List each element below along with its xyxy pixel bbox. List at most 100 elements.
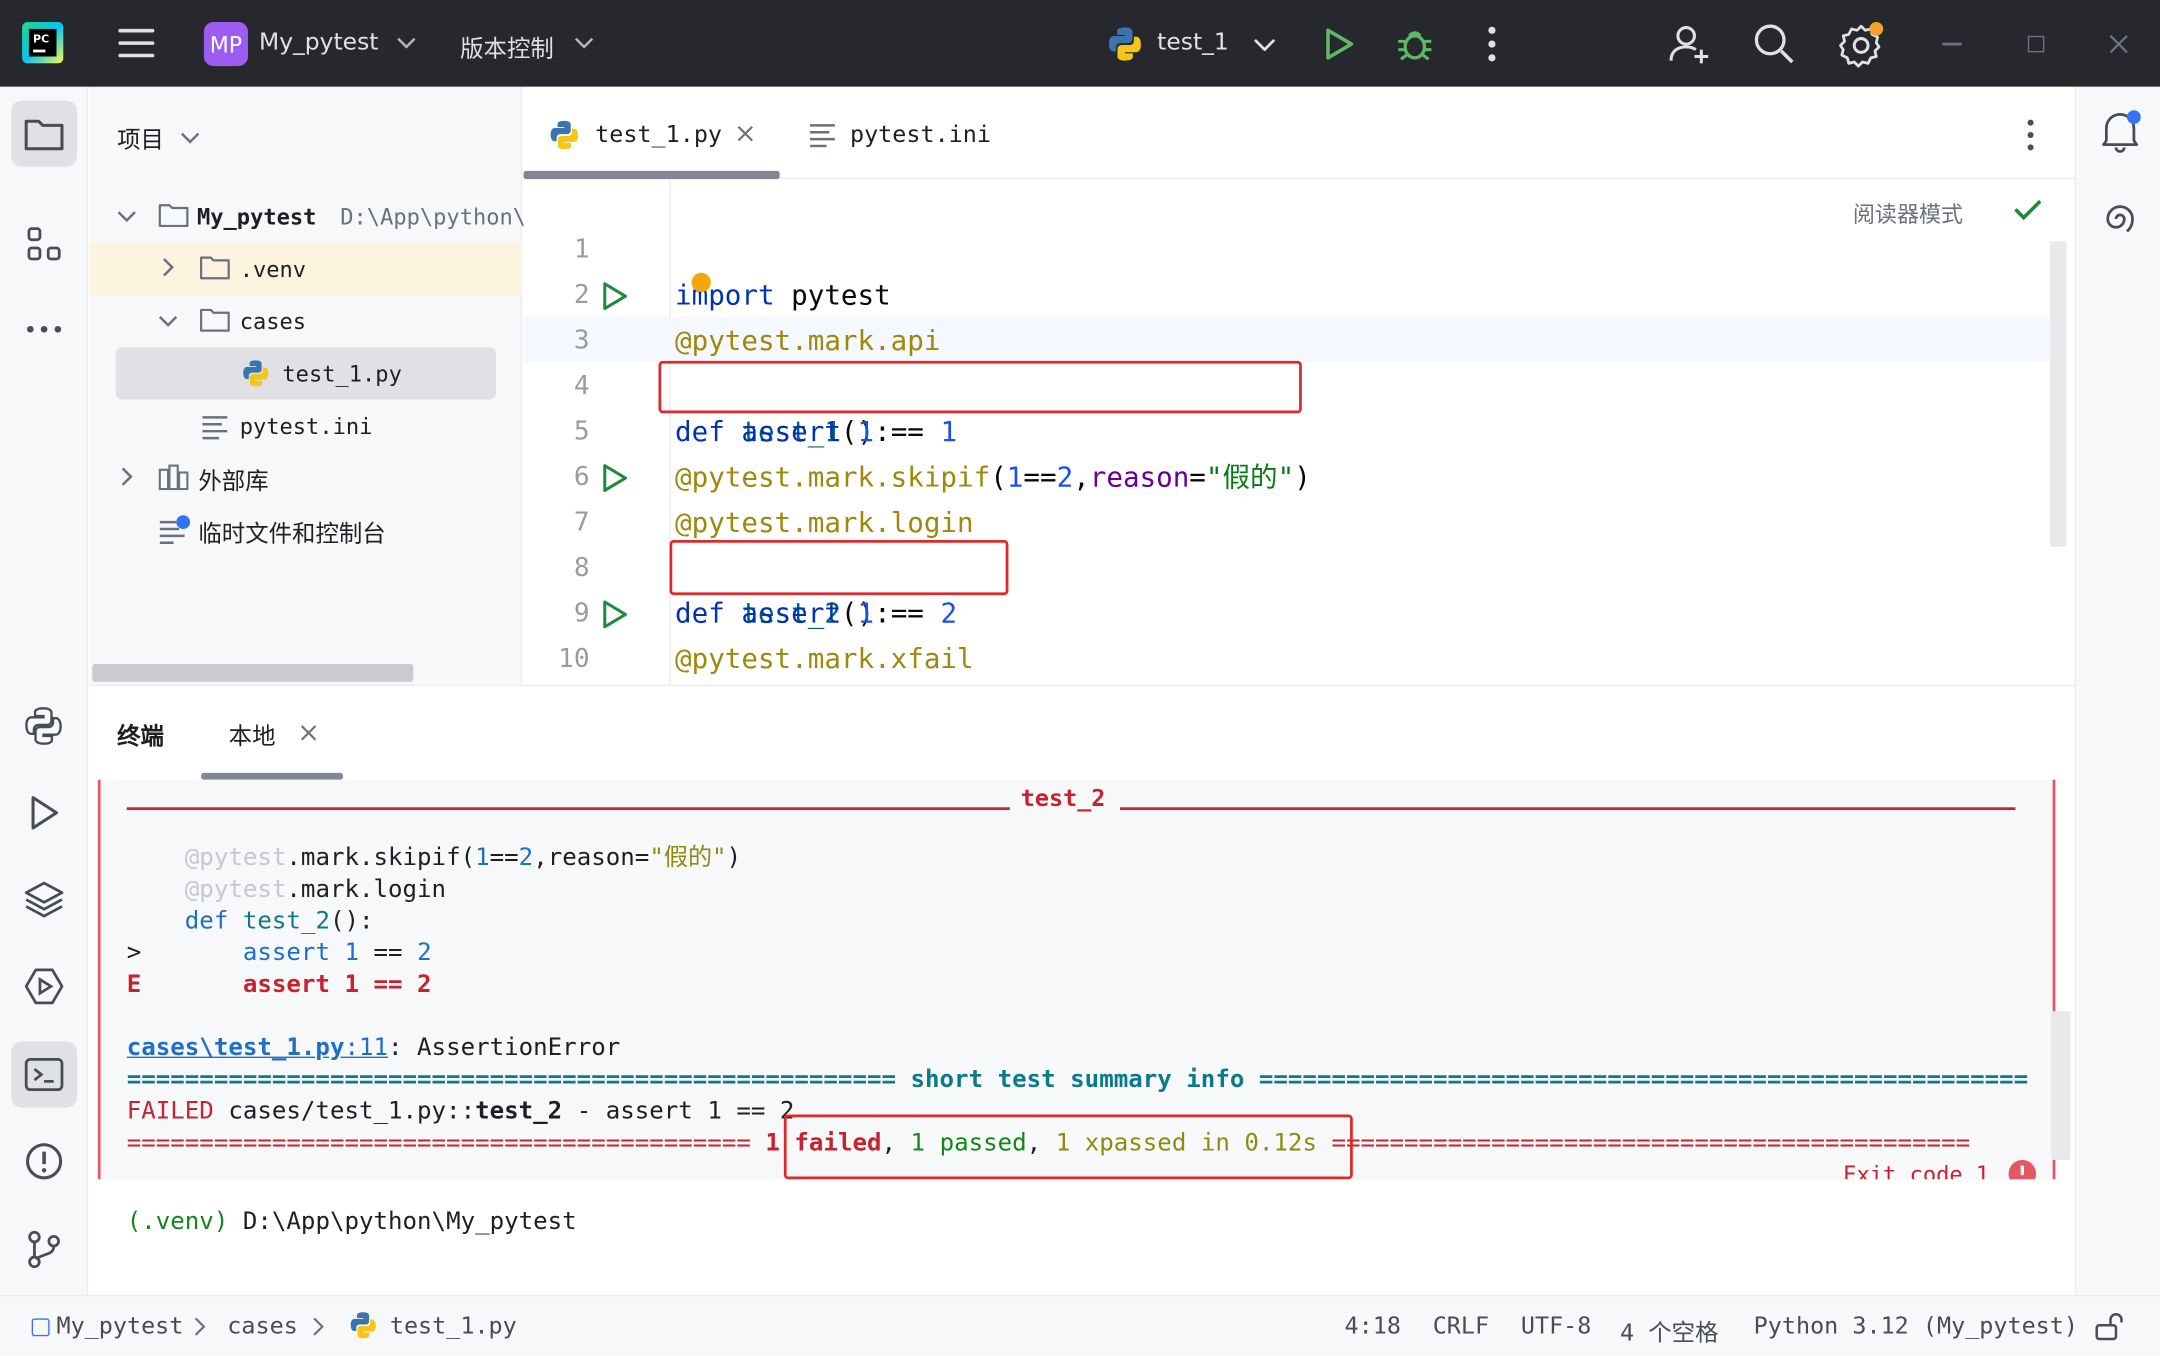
run-test-gutter-icon[interactable]: [601, 281, 629, 311]
line-separator[interactable]: CRLF: [1433, 1313, 1489, 1341]
terminal-line[interactable]: cases\test_1.py:11: AssertionError: [127, 1033, 621, 1065]
editor-tab-bar: [523, 87, 2075, 180]
highlight-box-summary: [783, 1114, 1353, 1180]
terminal-scrollbar[interactable]: [2051, 1011, 2071, 1160]
more-actions-icon[interactable]: [2024, 117, 2038, 153]
code-line[interactable]: 2 @pytest.mark.api: [523, 227, 2074, 357]
tab-pytest-ini[interactable]: pytest.ini: [850, 121, 991, 149]
minimize-icon[interactable]: [1942, 42, 1962, 45]
tree-row-libraries[interactable]: 外部库: [90, 452, 523, 504]
editor-panel: test_1.py pytest.ini 阅读器模式 1 import pyte…: [523, 86, 2075, 766]
tree-row-test-file[interactable]: test_1.py: [115, 347, 496, 400]
indent-setting[interactable]: 4 个空格: [1620, 1313, 1718, 1348]
run-tool-icon[interactable]: [11, 780, 77, 846]
tree-item-label: 外部库: [198, 467, 269, 496]
git-icon[interactable]: [11, 1216, 77, 1282]
code-line[interactable]: 7 def test_2():: [523, 455, 2074, 630]
add-user-icon[interactable]: [1666, 21, 1713, 68]
tree-item-label: pytest.ini: [239, 412, 373, 439]
tree-row-root[interactable]: My_pytest D:\App\python\: [90, 190, 527, 242]
project-panel: 项目 My_pytest D:\App\python\ .venv cases …: [89, 86, 527, 685]
venv-label: (.venv): [126, 1208, 229, 1236]
right-tool-strip: [2074, 86, 2160, 1295]
tree-item-label: test_1.py: [282, 360, 402, 387]
restore-icon[interactable]: [2027, 35, 2045, 53]
chevron-right-icon: [311, 1317, 325, 1336]
chevron-down-icon[interactable]: [158, 314, 178, 328]
python-interpreter[interactable]: Python 3.12 (My_pytest): [1754, 1313, 2078, 1341]
tree-row-venv[interactable]: .venv: [89, 242, 523, 295]
layers-icon[interactable]: [11, 867, 77, 933]
terminal-line: E assert 1 == 2: [126, 971, 432, 999]
chevron-down-icon[interactable]: [180, 131, 200, 145]
project-panel-header[interactable]: 项目: [117, 120, 164, 155]
ai-assistant-spiral-icon[interactable]: [2101, 200, 2140, 239]
highlight-box-skipif: [658, 360, 1302, 414]
project-name[interactable]: My_pytest: [259, 29, 378, 57]
tree-root-path: D:\App\python\: [340, 203, 527, 230]
code-line[interactable]: 4 assert 1 == 1: [523, 318, 2074, 448]
code-line[interactable]: 1 import pytest: [523, 182, 2074, 311]
vcs-menu[interactable]: 版本控制: [460, 29, 554, 64]
tab-local[interactable]: 本地: [229, 716, 276, 751]
chevron-right-icon[interactable]: [120, 467, 134, 486]
code-line[interactable]: 11 assert 3==3: [523, 636, 2074, 766]
file-encoding[interactable]: UTF-8: [1521, 1313, 1592, 1341]
services-icon[interactable]: [11, 953, 77, 1019]
breadcrumb-project[interactable]: My_pytest: [56, 1313, 183, 1341]
project-badge[interactable]: MP: [203, 22, 248, 67]
terminal-prompt[interactable]: (.venv) D:\App\python\My_pytest: [127, 1207, 577, 1239]
debug-icon[interactable]: [1396, 25, 1435, 64]
more-tools-icon[interactable]: [11, 296, 77, 362]
project-tool-icon[interactable]: [11, 100, 78, 167]
structure-tool-icon[interactable]: [11, 211, 77, 277]
main-menu-icon[interactable]: [118, 25, 157, 61]
status-bar: My_pytest cases test_1.py 4:18 CRLF UTF-…: [0, 1294, 2160, 1356]
chevron-right-icon[interactable]: [161, 258, 175, 277]
tree-row-ini[interactable]: pytest.ini: [90, 400, 523, 452]
notifications-bell-icon[interactable]: [2099, 109, 2141, 153]
close-tab-icon[interactable]: [300, 725, 317, 742]
chevron-down-icon[interactable]: [1254, 37, 1276, 51]
python-console-icon[interactable]: [11, 693, 77, 759]
chevron-down-icon[interactable]: [574, 36, 594, 50]
failure-section-title: test_2: [1020, 785, 1106, 813]
tree-row-cases[interactable]: cases: [90, 295, 523, 347]
search-icon[interactable]: [1752, 22, 1796, 66]
run-config-name[interactable]: test_1: [1157, 29, 1229, 57]
pycharm-logo-icon[interactable]: PC: [22, 22, 64, 64]
more-actions-icon[interactable]: [1485, 25, 1499, 64]
folder-icon: [200, 253, 230, 281]
unlock-icon[interactable]: [2094, 1311, 2124, 1341]
code-line[interactable]: 8 assert 1 == 2: [523, 500, 2074, 629]
caret-position[interactable]: 4:18: [1345, 1313, 1401, 1341]
module-icon: [31, 1318, 50, 1337]
chevron-down-icon[interactable]: [397, 36, 416, 50]
run-test-gutter-icon[interactable]: [601, 463, 629, 493]
text-file-icon: [809, 123, 837, 148]
title-bar: PC MP My_pytest 版本控制 test_1: [0, 0, 2160, 87]
horizontal-scrollbar[interactable]: [92, 664, 414, 682]
error-badge-icon: [2008, 1159, 2037, 1180]
chevron-right-icon: [193, 1317, 207, 1336]
svg-text:PC: PC: [33, 33, 49, 46]
breadcrumb-file[interactable]: test_1.py: [390, 1313, 517, 1341]
run-test-gutter-icon[interactable]: [601, 599, 629, 629]
terminal-tool-title: 终端: [117, 723, 164, 751]
code-line[interactable]: 6 @pytest.mark.login: [523, 409, 2074, 538]
terminal-tool-icon[interactable]: [11, 1041, 78, 1108]
close-tab-icon[interactable]: [737, 125, 754, 142]
tree-row-scratches[interactable]: 临时文件和控制台: [90, 504, 523, 556]
settings-gear-icon[interactable]: [1838, 19, 1888, 69]
intention-bulb-icon[interactable]: [691, 272, 711, 293]
tab-test-1[interactable]: test_1.py: [595, 121, 722, 149]
code-line[interactable]: 10 def test_3():: [523, 591, 2074, 766]
left-tool-strip: [0, 86, 89, 1295]
problems-icon[interactable]: [11, 1128, 77, 1194]
run-icon[interactable]: [1321, 26, 1357, 62]
code-line[interactable]: 3 def test_1():: [523, 272, 2074, 448]
chevron-down-icon[interactable]: [117, 209, 136, 223]
file-link[interactable]: cases\test_1.py: [127, 1035, 345, 1063]
breadcrumb-folder[interactable]: cases: [227, 1313, 298, 1341]
close-window-icon[interactable]: [2108, 33, 2130, 55]
